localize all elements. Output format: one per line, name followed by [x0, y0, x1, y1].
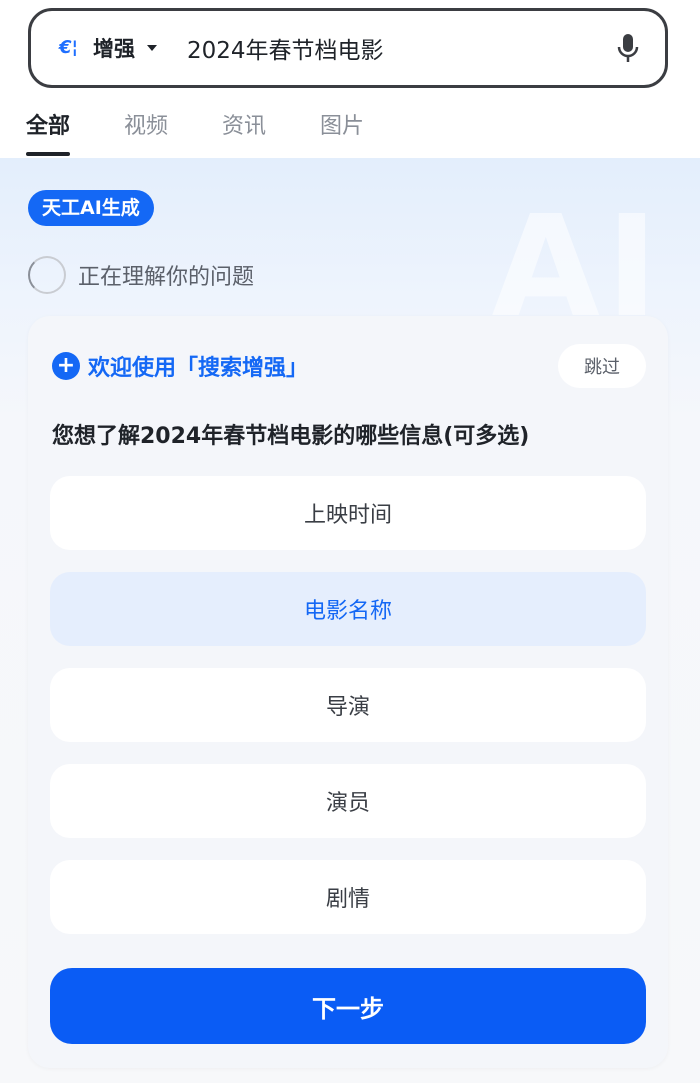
search-tabs: 全部 视频 资讯 图片	[26, 108, 364, 156]
search-mode-label: 增强	[93, 37, 135, 61]
ai-generated-badge: 天工AI生成	[28, 190, 154, 226]
status-row: 正在理解你的问题	[28, 256, 254, 294]
option-plot[interactable]: 剧情	[50, 860, 646, 934]
option-list: 上映时间 电影名称 导演 演员 剧情	[50, 476, 646, 956]
tab-images[interactable]: 图片	[320, 108, 364, 152]
tab-news[interactable]: 资讯	[222, 108, 266, 152]
card-header: + 欢迎使用「搜索增强」	[52, 350, 308, 382]
option-release-time[interactable]: 上映时间	[50, 476, 646, 550]
skip-button[interactable]: 跳过	[558, 344, 646, 388]
ai-enhance-icon: €¦	[59, 37, 79, 58]
option-movie-title[interactable]: 电影名称	[50, 572, 646, 646]
tab-all[interactable]: 全部	[26, 108, 71, 156]
welcome-title: 欢迎使用「搜索增强」	[88, 356, 309, 381]
caret-down-icon	[147, 45, 157, 51]
plus-circle-icon: +	[52, 352, 80, 380]
microphone-icon[interactable]	[615, 32, 641, 64]
tab-video[interactable]: 视频	[124, 108, 168, 152]
search-bar[interactable]: €¦ 增强	[28, 8, 668, 88]
loading-spinner-icon	[28, 256, 66, 294]
option-director[interactable]: 导演	[50, 668, 646, 742]
question-text: 您想了解2024年春节档电影的哪些信息(可多选)	[52, 424, 530, 449]
search-input[interactable]	[187, 35, 615, 61]
option-actors[interactable]: 演员	[50, 764, 646, 838]
search-mode-selector[interactable]: €¦ 增强	[59, 33, 157, 63]
enhance-card: + 欢迎使用「搜索增强」 跳过 您想了解2024年春节档电影的哪些信息(可多选)…	[28, 316, 668, 1068]
next-step-button[interactable]: 下一步	[50, 968, 646, 1044]
status-text: 正在理解你的问题	[78, 265, 255, 290]
